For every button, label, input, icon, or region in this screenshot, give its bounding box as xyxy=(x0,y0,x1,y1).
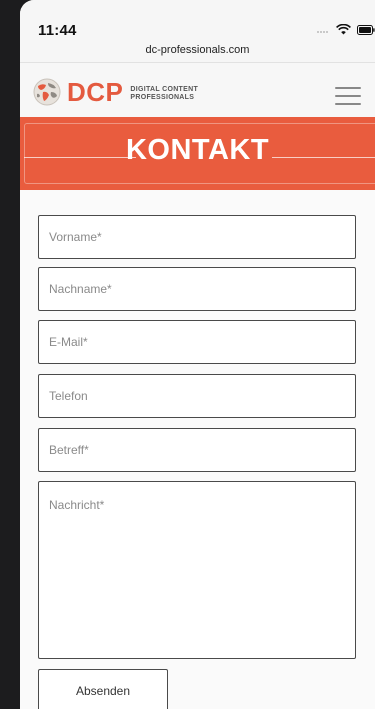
subject-field[interactable] xyxy=(38,428,356,472)
site-logo[interactable]: DCP DIGITAL CONTENT PROFESSIONALS xyxy=(32,77,198,107)
submit-button[interactable]: Absenden xyxy=(38,669,168,709)
menu-bar xyxy=(335,87,361,89)
phone-field[interactable] xyxy=(38,374,356,418)
last-name-field[interactable] xyxy=(38,267,356,311)
logo-tagline: DIGITAL CONTENT PROFESSIONALS xyxy=(130,86,198,102)
globe-logo-icon xyxy=(33,78,61,106)
email-field[interactable] xyxy=(38,320,356,364)
browser-viewport: 11:44 dc-professionals.com DCP DIGITAL C… xyxy=(20,0,375,709)
logo-tagline-line2: PROFESSIONALS xyxy=(130,94,195,101)
message-field[interactable] xyxy=(38,481,356,659)
status-icons xyxy=(316,24,375,35)
page-banner: KONTAKT xyxy=(20,117,375,190)
signal-icon xyxy=(316,26,330,34)
site-header: DCP DIGITAL CONTENT PROFESSIONALS xyxy=(20,63,375,117)
menu-bar xyxy=(335,95,361,97)
menu-bar xyxy=(335,103,361,105)
status-bar: 11:44 dc-professionals.com xyxy=(20,0,375,63)
address-bar-url[interactable]: dc-professionals.com xyxy=(20,44,375,56)
first-name-field[interactable] xyxy=(38,215,356,259)
logo-tagline-line1: DIGITAL CONTENT xyxy=(130,86,199,93)
logo-wordmark: DCP xyxy=(67,77,124,107)
wifi-icon xyxy=(336,24,351,35)
contact-form: Absenden xyxy=(20,190,375,709)
status-time: 11:44 xyxy=(38,22,77,39)
hamburger-menu-icon[interactable] xyxy=(335,87,361,105)
battery-icon xyxy=(357,24,375,35)
page-title: KONTAKT xyxy=(125,134,270,166)
